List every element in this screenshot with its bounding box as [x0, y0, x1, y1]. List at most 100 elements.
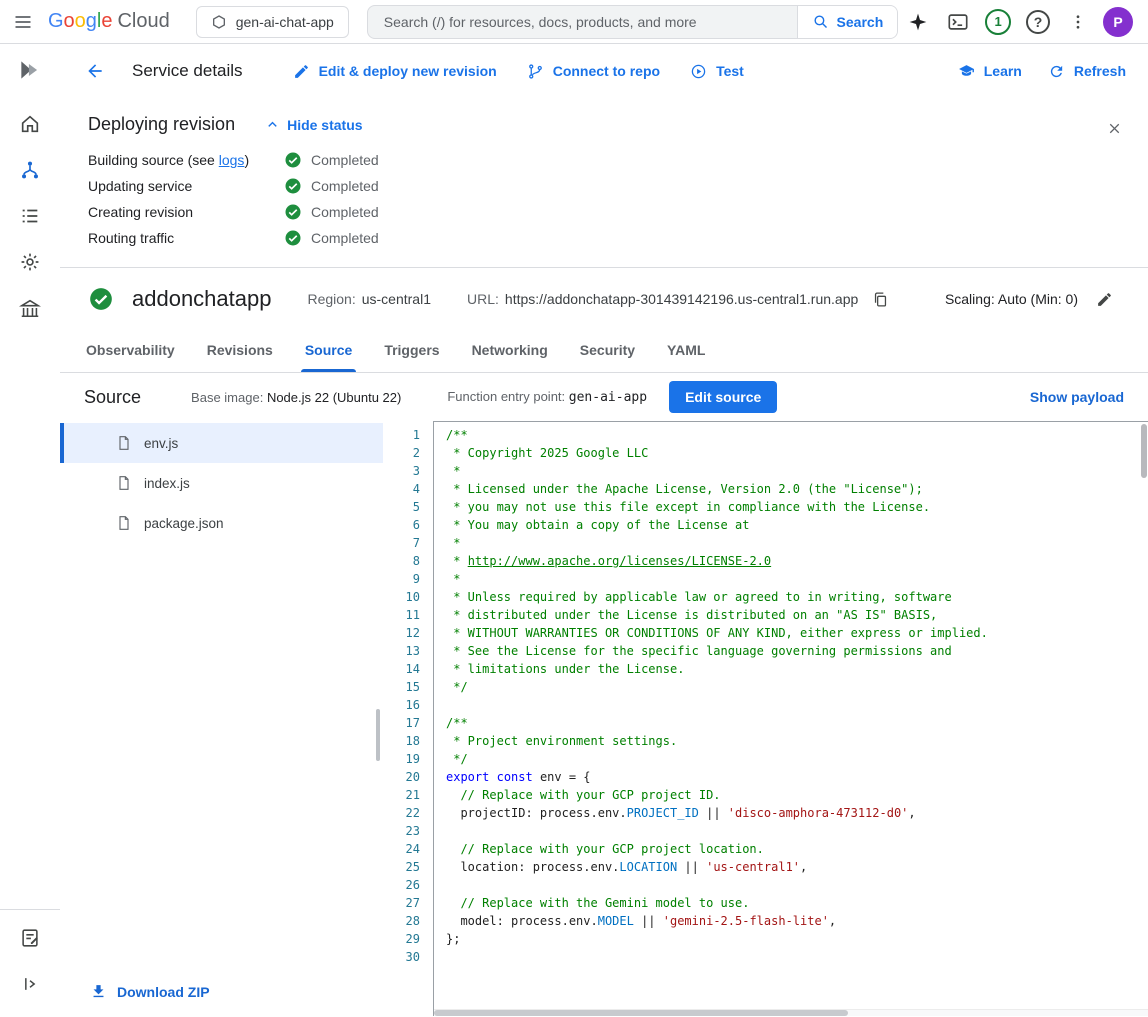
download-zip-label: Download ZIP	[117, 984, 210, 1000]
learn-button[interactable]: Learn	[950, 55, 1030, 88]
code-token: export	[446, 770, 489, 784]
file-panel-scrollbar[interactable]	[376, 709, 380, 761]
close-status-button[interactable]	[1096, 110, 1132, 146]
search-input[interactable]	[368, 6, 797, 38]
connect-repo-button[interactable]: Connect to repo	[519, 55, 668, 88]
tab-triggers[interactable]: Triggers	[368, 328, 455, 372]
sidebar-item-integrations[interactable]	[6, 242, 54, 282]
code-token: * Unless required by applicable law or a…	[446, 590, 952, 604]
tab-revisions[interactable]: Revisions	[191, 328, 289, 372]
source-title: Source	[84, 387, 141, 408]
test-button[interactable]: Test	[682, 55, 752, 88]
line-number: 14	[383, 660, 420, 678]
code-token: 'disco-amphora-473112-d0'	[728, 806, 909, 820]
editor-horizontal-scrollbar[interactable]	[434, 1009, 1148, 1016]
line-number: 12	[383, 624, 420, 642]
code-token: ||	[677, 860, 706, 874]
tab-source[interactable]: Source	[289, 328, 368, 372]
sidebar-item-organization[interactable]	[6, 288, 54, 328]
gemini-button[interactable]	[898, 2, 938, 42]
sidebar-expand-panel-button[interactable]	[6, 964, 54, 1004]
logo-letter: o	[75, 10, 86, 32]
back-button[interactable]	[72, 49, 118, 93]
building-icon	[19, 297, 41, 319]
code-editor[interactable]: 1234567891011121314151617181920212223242…	[383, 421, 1148, 1016]
release-notes-icon	[19, 927, 41, 949]
code-line: };	[446, 930, 1148, 948]
sidebar-item-jobs[interactable]	[6, 196, 54, 236]
vertical-dots-icon	[1069, 13, 1087, 31]
editor-horizontal-scrollbar-thumb[interactable]	[434, 1010, 848, 1016]
copy-url-button[interactable]	[866, 285, 894, 313]
code-token: * Copyright 2025 Google LLC	[446, 446, 648, 460]
tab-observability[interactable]: Observability	[70, 328, 191, 372]
learn-icon	[958, 63, 975, 80]
edit-deploy-label: Edit & deploy new revision	[319, 63, 497, 79]
status-text: Completed	[311, 230, 379, 246]
file-item-env.js[interactable]: env.js	[60, 423, 383, 463]
code-line: * Unless required by applicable law or a…	[446, 588, 1148, 606]
line-number: 25	[383, 858, 420, 876]
download-zip-button[interactable]: Download ZIP	[90, 983, 210, 1000]
editor-vertical-scrollbar[interactable]	[1141, 424, 1147, 478]
file-icon	[116, 435, 132, 451]
code-token: model: process.env.	[446, 914, 598, 928]
logo-letter: G	[48, 10, 64, 32]
file-item-package.json[interactable]: package.json	[60, 503, 383, 543]
gear-icon	[19, 251, 41, 273]
edit-source-button[interactable]: Edit source	[669, 381, 777, 413]
code-token: * distributed under the License is distr…	[446, 608, 937, 622]
code-line: /**	[446, 714, 1148, 732]
line-number: 6	[383, 516, 420, 534]
help-button[interactable]: ?	[1018, 2, 1058, 42]
repo-branch-icon	[527, 63, 544, 80]
copy-icon	[872, 291, 889, 308]
code-line: * You may obtain a copy of the License a…	[446, 516, 1148, 534]
logs-link[interactable]: logs	[219, 152, 245, 168]
code-line: * limitations under the License.	[446, 660, 1148, 678]
code-line: // Replace with your GCP project ID.	[446, 786, 1148, 804]
refresh-button[interactable]: Refresh	[1040, 55, 1134, 88]
cloud-run-logo-icon	[6, 50, 54, 90]
code-token: MODEL	[598, 914, 634, 928]
service-region: Region: us-central1	[307, 291, 431, 307]
cloud-shell-button[interactable]	[938, 2, 978, 42]
code-content[interactable]: /** * Copyright 2025 Google LLC * * Lice…	[433, 421, 1148, 1016]
line-number: 29	[383, 930, 420, 948]
sidebar-item-release-notes[interactable]	[6, 918, 54, 958]
line-number: 19	[383, 750, 420, 768]
google-cloud-logo: Google Cloud	[48, 10, 170, 33]
home-icon	[19, 113, 41, 135]
code-token: *	[446, 536, 460, 550]
tab-networking[interactable]: Networking	[456, 328, 564, 372]
account-button[interactable]: P	[1098, 2, 1138, 42]
check-circle-icon	[284, 229, 302, 247]
code-line: * you may not use this file except in co…	[446, 498, 1148, 516]
project-picker[interactable]: gen-ai-chat-app	[196, 6, 349, 38]
file-item-index.js[interactable]: index.js	[60, 463, 383, 503]
line-number: 18	[383, 732, 420, 750]
tab-security[interactable]: Security	[564, 328, 651, 372]
search-bar: Search	[367, 5, 898, 39]
status-text: Completed	[311, 178, 379, 194]
refresh-icon	[1048, 63, 1065, 80]
code-token: * See the License for the specific langu…	[446, 644, 952, 658]
edit-scaling-button[interactable]	[1090, 285, 1118, 313]
top-header: Google Cloud gen-ai-chat-app Search	[0, 0, 1148, 44]
hide-status-button[interactable]: Hide status	[265, 117, 362, 133]
sidebar-item-services[interactable]	[6, 150, 54, 190]
line-number: 8	[383, 552, 420, 570]
edit-deploy-button[interactable]: Edit & deploy new revision	[285, 55, 505, 88]
avatar: P	[1103, 7, 1133, 37]
more-options-button[interactable]	[1058, 2, 1098, 42]
tab-yaml[interactable]: YAML	[651, 328, 721, 372]
search-button[interactable]: Search	[797, 6, 898, 38]
notifications-button[interactable]: 1	[978, 2, 1018, 42]
sidebar-item-home[interactable]	[6, 104, 54, 144]
main-menu-button[interactable]	[0, 0, 46, 44]
file-name: index.js	[144, 476, 190, 491]
notification-count-badge: 1	[985, 9, 1011, 35]
show-payload-link[interactable]: Show payload	[1022, 381, 1132, 413]
code-line: * Project environment settings.	[446, 732, 1148, 750]
deploy-status-row: Updating serviceCompleted	[88, 173, 1124, 199]
